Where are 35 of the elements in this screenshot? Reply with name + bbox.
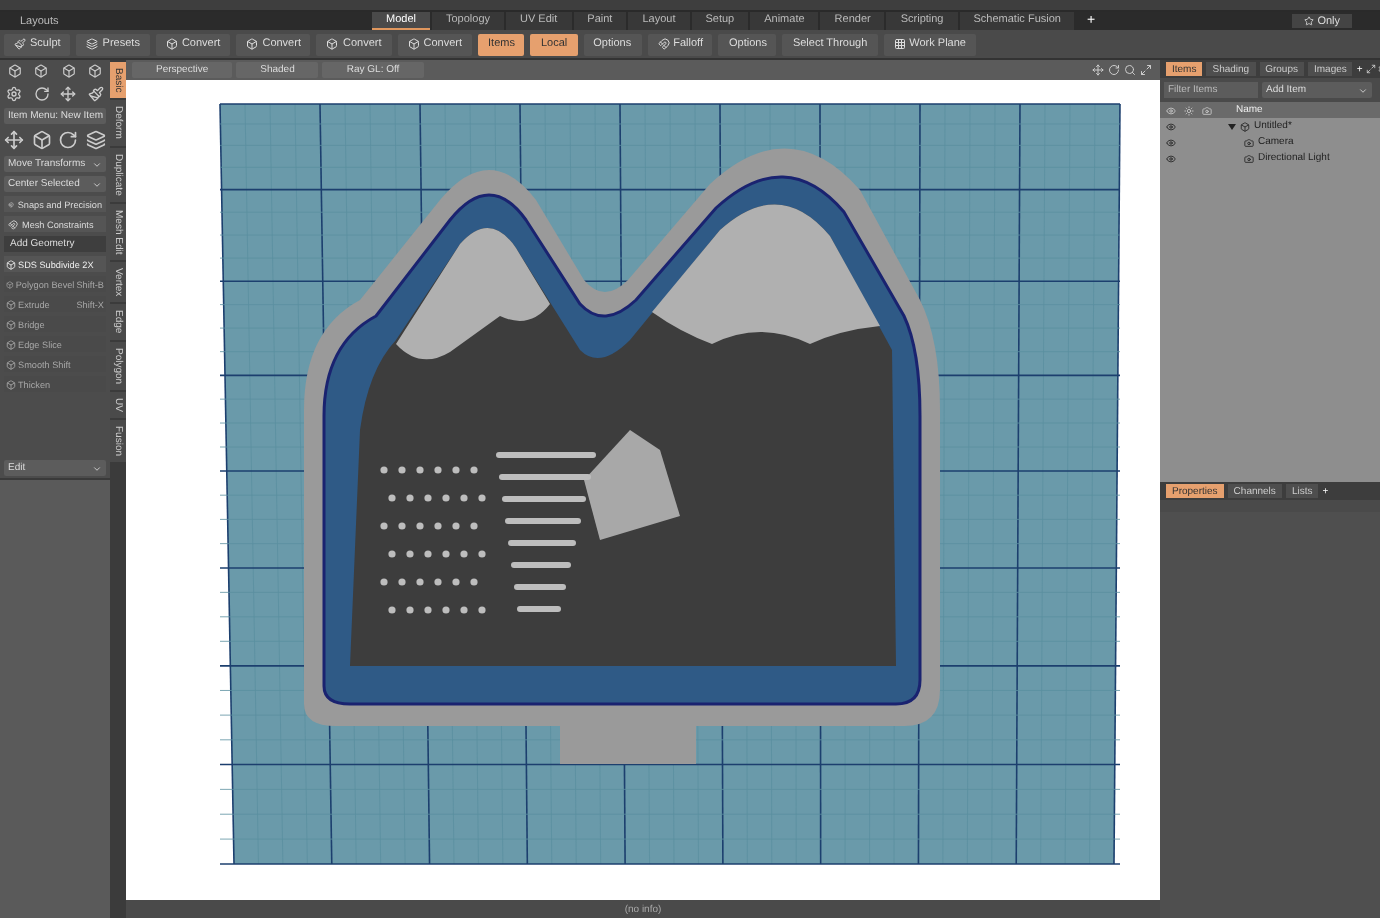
star-icon (1303, 16, 1314, 26)
cube-icon (6, 299, 16, 309)
magnet-icon (8, 219, 18, 229)
cube-icon (6, 359, 16, 369)
expand-arrow-icon[interactable] (1228, 123, 1236, 129)
cube-icon (6, 379, 16, 389)
magnet-icon (8, 199, 14, 209)
visibility-icon[interactable] (1166, 121, 1176, 131)
render-icon[interactable] (1202, 105, 1212, 115)
expand-icon[interactable] (1366, 64, 1377, 74)
rotate-icon[interactable] (58, 130, 79, 150)
cube-icon (407, 38, 420, 50)
cube-icon (6, 259, 16, 269)
zoom-icon[interactable] (1124, 64, 1136, 76)
item-icon (1244, 153, 1254, 163)
cube-icon (6, 319, 16, 329)
mesh-icon (1240, 121, 1250, 131)
move-icon[interactable] (1092, 64, 1104, 76)
visibility-icon[interactable] (1166, 137, 1176, 147)
item-icon (1244, 137, 1254, 147)
cube-icon[interactable] (31, 130, 52, 150)
caret-icon (92, 463, 102, 473)
cube-icon (326, 38, 339, 50)
cube-icon (6, 279, 14, 289)
cube-icon (6, 339, 16, 349)
layers-icon (86, 38, 99, 50)
caret-icon (1358, 85, 1368, 95)
rotate-icon[interactable] (1108, 64, 1120, 76)
visibility-icon[interactable] (1166, 153, 1176, 163)
grid-icon (893, 38, 906, 50)
brush-icon (14, 38, 26, 50)
cube-icon (246, 38, 259, 50)
move-gizmo-icon[interactable] (4, 130, 25, 150)
magnet-icon (657, 38, 670, 50)
cube-icon (165, 38, 178, 50)
